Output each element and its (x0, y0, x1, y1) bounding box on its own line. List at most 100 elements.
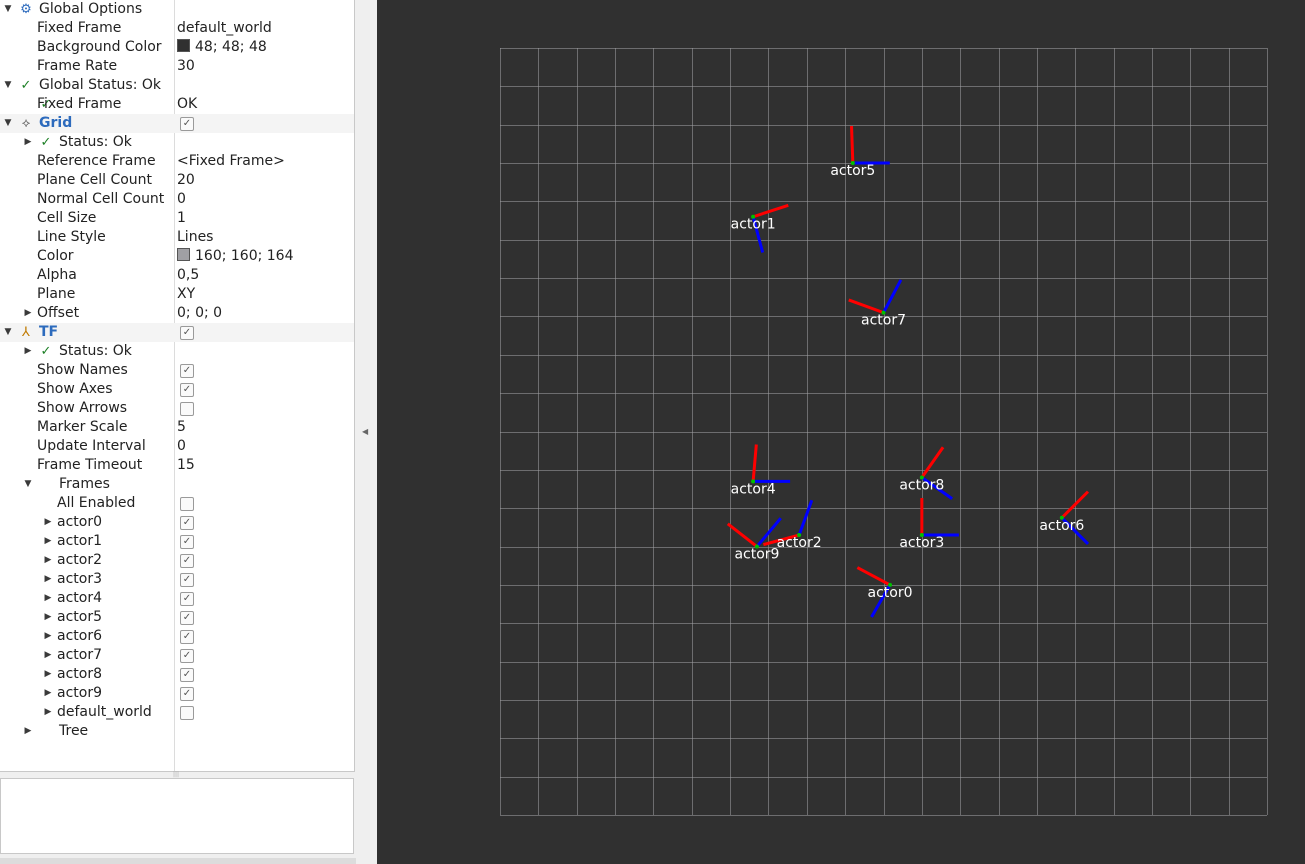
fixed-frame-status[interactable]: ✓ Fixed Frame OK (0, 95, 354, 114)
checkbox-checked[interactable]: ✓ (180, 649, 194, 663)
checkbox-checked[interactable]: ✓ (180, 554, 194, 568)
checkbox-checked[interactable]: ✓ (180, 117, 194, 131)
plane-row[interactable]: Plane XY (0, 285, 354, 304)
tf-frame-actor1[interactable]: actor1 (731, 203, 789, 253)
tf-frame-actor5[interactable]: actor5 (830, 126, 890, 179)
property-value[interactable]: 30 (177, 57, 195, 76)
global-status[interactable]: ▼ ✓ Global Status: Ok (0, 76, 354, 95)
frame-actor5[interactable]: ▶ actor5 ✓ (0, 608, 354, 627)
checkbox-checked[interactable]: ✓ (180, 687, 194, 701)
checkbox-unchecked[interactable] (180, 706, 194, 720)
property-value[interactable]: XY (177, 285, 195, 304)
tf-frame-actor3[interactable]: actor3 (899, 498, 959, 551)
marker-scale-row[interactable]: Marker Scale 5 (0, 418, 354, 437)
tree-group[interactable]: ▶ Tree (0, 722, 354, 741)
expand-down-icon[interactable]: ▼ (2, 76, 14, 95)
cell-size-row[interactable]: Cell Size 1 (0, 209, 354, 228)
3d-scene[interactable]: actor0 actor1 actor2 actor3 actor4 actor5 acto… (377, 0, 1305, 864)
global-options[interactable]: ▼ ⚙ Global Options (0, 0, 354, 19)
background-color-row[interactable]: Background Color 48; 48; 48 (0, 38, 354, 57)
offset-row[interactable]: ▶ Offset 0; 0; 0 (0, 304, 354, 323)
property-value[interactable]: 160; 160; 164 (177, 247, 294, 266)
expand-right-icon[interactable]: ▶ (22, 304, 34, 323)
frame-actor6[interactable]: ▶ actor6 ✓ (0, 627, 354, 646)
expand-down-icon[interactable]: ▼ (22, 475, 34, 494)
alpha-row[interactable]: Alpha 0,5 (0, 266, 354, 285)
checkbox-checked[interactable]: ✓ (180, 516, 194, 530)
expand-right-icon[interactable]: ▶ (42, 589, 54, 608)
plane-cell-count-row[interactable]: Plane Cell Count 20 (0, 171, 354, 190)
frame-rate-row[interactable]: Frame Rate 30 (0, 57, 354, 76)
display-tf[interactable]: ▼ ⅄ TF ✓ (0, 323, 354, 342)
property-value[interactable]: 0 (177, 437, 186, 456)
property-value[interactable]: Lines (177, 228, 213, 247)
show-axes-row[interactable]: Show Axes ✓ (0, 380, 354, 399)
displays-tree[interactable]: ▼ ⚙ Global Options Fixed Frame default_world… (0, 0, 355, 772)
tf-frame-actor8[interactable]: actor8 (899, 446, 954, 500)
tf-status[interactable]: ▶ ✓ Status: Ok (0, 342, 354, 361)
checkbox-checked[interactable]: ✓ (180, 535, 194, 549)
splitter-handle[interactable]: ||| (170, 772, 182, 778)
expand-right-icon[interactable]: ▶ (22, 722, 34, 741)
all-enabled-row[interactable]: All Enabled (0, 494, 354, 513)
render-viewport[interactable]: actor0 actor1 actor2 actor3 actor4 actor5 acto… (377, 0, 1305, 864)
checkbox-checked[interactable]: ✓ (180, 611, 194, 625)
checkbox-checked[interactable]: ✓ (180, 592, 194, 606)
expand-down-icon[interactable]: ▼ (2, 114, 14, 133)
property-value[interactable]: 48; 48; 48 (177, 38, 267, 57)
tf-frame-actor7[interactable]: actor7 (848, 279, 906, 329)
property-value[interactable]: 0 (177, 190, 186, 209)
tf-frame-actor2[interactable]: actor2 (763, 499, 822, 551)
grid-status[interactable]: ▶ ✓ Status: Ok (0, 133, 354, 152)
fixed-frame-row[interactable]: Fixed Frame default_world (0, 19, 354, 38)
show-arrows-row[interactable]: Show Arrows (0, 399, 354, 418)
expand-right-icon[interactable]: ▶ (42, 684, 54, 703)
property-value[interactable]: 0; 0; 0 (177, 304, 222, 323)
expand-right-icon[interactable]: ▶ (42, 532, 54, 551)
property-value[interactable]: default_world (177, 19, 272, 38)
expand-right-icon[interactable]: ▶ (42, 646, 54, 665)
checkbox-checked[interactable]: ✓ (180, 383, 194, 397)
reference-frame-row[interactable]: Reference Frame <Fixed Frame> (0, 152, 354, 171)
expand-right-icon[interactable]: ▶ (42, 608, 54, 627)
expand-right-icon[interactable]: ▶ (22, 133, 34, 152)
property-value[interactable]: 0,5 (177, 266, 199, 285)
expand-right-icon[interactable]: ▶ (42, 551, 54, 570)
line-style-row[interactable]: Line Style Lines (0, 228, 354, 247)
show-names-row[interactable]: Show Names ✓ (0, 361, 354, 380)
checkbox-checked[interactable]: ✓ (180, 630, 194, 644)
frame-actor8[interactable]: ▶ actor8 ✓ (0, 665, 354, 684)
property-value[interactable]: <Fixed Frame> (177, 152, 285, 171)
frame-actor9[interactable]: ▶ actor9 ✓ (0, 684, 354, 703)
property-value[interactable]: 1 (177, 209, 186, 228)
expand-right-icon[interactable]: ▶ (42, 570, 54, 589)
checkbox-checked[interactable]: ✓ (180, 326, 194, 340)
frames-group[interactable]: ▼ Frames (0, 475, 354, 494)
property-value[interactable]: 15 (177, 456, 195, 475)
checkbox-checked[interactable]: ✓ (180, 364, 194, 378)
expand-right-icon[interactable]: ▶ (42, 513, 54, 532)
expand-down-icon[interactable]: ▼ (2, 323, 14, 342)
panel-collapse-handle[interactable]: ◀ (356, 0, 377, 864)
frame-actor3[interactable]: ▶ actor3 ✓ (0, 570, 354, 589)
checkbox-checked[interactable]: ✓ (180, 573, 194, 587)
tf-frame-actor6[interactable]: actor6 (1039, 490, 1090, 546)
grid-color-row[interactable]: Color 160; 160; 164 (0, 247, 354, 266)
property-value[interactable]: OK (177, 95, 197, 114)
property-value[interactable]: 20 (177, 171, 195, 190)
normal-cell-count-row[interactable]: Normal Cell Count 0 (0, 190, 354, 209)
expand-right-icon[interactable]: ▶ (42, 703, 54, 722)
frame-default-world[interactable]: ▶ default_world (0, 703, 354, 722)
frame-timeout-row[interactable]: Frame Timeout 15 (0, 456, 354, 475)
checkbox-unchecked[interactable] (180, 402, 194, 416)
frame-actor1[interactable]: ▶ actor1 ✓ (0, 532, 354, 551)
expand-right-icon[interactable]: ▶ (42, 627, 54, 646)
frame-actor4[interactable]: ▶ actor4 ✓ (0, 589, 354, 608)
checkbox-unchecked[interactable] (180, 497, 194, 511)
expand-down-icon[interactable]: ▼ (2, 0, 14, 19)
frame-actor0[interactable]: ▶ actor0 ✓ (0, 513, 354, 532)
expand-right-icon[interactable]: ▶ (42, 665, 54, 684)
display-grid[interactable]: ▼ ⟡ Grid ✓ (0, 114, 354, 133)
checkbox-checked[interactable]: ✓ (180, 668, 194, 682)
update-interval-row[interactable]: Update Interval 0 (0, 437, 354, 456)
